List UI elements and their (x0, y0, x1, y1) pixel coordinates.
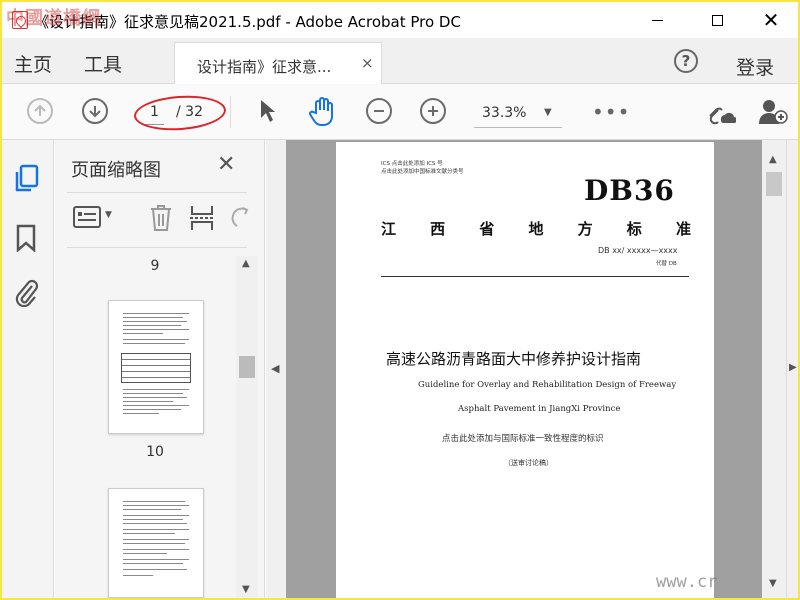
document-scrollbar[interactable]: ▲ ▼ (762, 140, 786, 598)
left-navigation-rail (2, 140, 54, 598)
scroll-down-icon[interactable]: ▼ (242, 584, 250, 595)
ics-line: ICS 点击此处添加 ICS 号 (381, 161, 443, 167)
scroll-up-icon[interactable]: ▲ (242, 258, 250, 269)
menu-bar: 主页 工具 设计指南》征求意... × ? 登录 (2, 38, 798, 84)
thumbnail-options-button[interactable] (73, 206, 101, 232)
document-scroll-thumb[interactable] (766, 172, 782, 196)
heading-char: 江 (381, 220, 397, 238)
zoom-level-select[interactable]: 33.3% ▼ (474, 102, 562, 128)
minimize-icon (651, 19, 663, 21)
close-panel-icon[interactable]: ✕ (217, 152, 235, 177)
heading-char: 地 (528, 220, 544, 238)
toolbar-separator (230, 96, 231, 128)
options-list-icon (73, 206, 101, 228)
draft-status: （送审讨论稿） (504, 459, 553, 467)
attachments-button[interactable] (14, 278, 40, 312)
zoom-in-button[interactable] (420, 98, 446, 124)
arrow-up-icon (34, 104, 46, 116)
hand-icon (309, 97, 333, 126)
plus-icon (428, 106, 438, 116)
thumbnail-label: 9 (150, 258, 160, 274)
paperclip-icon (15, 279, 39, 308)
document-tab-label: 设计指南》征求意... (197, 58, 332, 76)
heading-char: 标 (626, 220, 642, 238)
corner-watermark: www.cr (656, 572, 718, 592)
menu-home[interactable]: 主页 (14, 50, 52, 77)
panel-title: 页面缩略图 (71, 160, 161, 181)
standard-number: DB xx/ xxxxx—xxxx (598, 246, 678, 255)
add-user-icon (759, 100, 788, 124)
maximize-button[interactable] (694, 6, 740, 34)
select-tool-button[interactable] (258, 98, 278, 128)
trash-icon (151, 205, 171, 231)
bookmark-icon (16, 224, 36, 253)
standard-code: DB36 (584, 174, 675, 207)
heading-char: 省 (479, 220, 495, 238)
scroll-up-icon[interactable]: ▲ (769, 154, 777, 165)
ics-line: 点击此处添加中国标准文献分类号 (381, 169, 464, 175)
rotate-icon (231, 207, 249, 227)
page-thumbnails-panel: 页面缩略图 ✕ ▼ 9 10 ▲ ▼ (55, 140, 265, 598)
login-button[interactable]: 登录 (736, 53, 774, 80)
previous-page-button[interactable] (27, 98, 53, 124)
help-icon[interactable]: ? (674, 49, 698, 73)
pdf-page: ICS 点击此处添加 ICS 号 点击此处添加中国标准文献分类号 DB36 江 … (336, 142, 714, 598)
arrow-down-icon (89, 106, 101, 118)
page-thumbnails-button[interactable] (14, 164, 40, 198)
zoom-value: 33.3% (482, 105, 527, 121)
right-pane-toggle[interactable]: ▶ (786, 140, 798, 598)
panel-divider (67, 192, 247, 193)
add-user-button[interactable] (758, 98, 788, 130)
replace-note: 代替 DB (656, 261, 677, 267)
document-title-zh: 高速公路沥青路面大中修养护设计指南 (386, 350, 642, 368)
expand-right-pane-icon[interactable]: ▶ (789, 362, 797, 373)
ics-text: ICS 点击此处添加 ICS 号 点击此处添加中国标准文献分类号 (381, 160, 464, 176)
panel-divider (67, 247, 247, 248)
main-toolbar: 1 / 32 33.3% ▼ ••• (2, 84, 798, 140)
thumbnail-label: 10 (146, 444, 164, 460)
page-thumbnails-icon (15, 164, 39, 192)
title-bar: 《设计指南》征求意见稿2021.5.pdf - Adobe Acrobat Pr… (2, 2, 798, 38)
link-cloud-icon (709, 107, 737, 125)
document-title-en: Asphalt Pavement in JiangXi Province (458, 404, 621, 414)
heading-char: 准 (675, 220, 691, 238)
province-standard-heading: 江 西 省 地 方 标 准 (381, 218, 691, 239)
next-page-button[interactable] (82, 98, 108, 124)
pointer-icon (261, 100, 275, 122)
panel-scroll-thumb[interactable] (239, 356, 255, 378)
delete-pages-button[interactable] (149, 204, 173, 236)
menu-tools[interactable]: 工具 (84, 50, 122, 77)
chevron-down-icon: ▼ (544, 107, 552, 118)
extract-pages-button[interactable] (189, 204, 215, 236)
share-link-button[interactable] (704, 98, 737, 130)
document-view: ICS 点击此处添加 ICS 号 点击此处添加中国标准文献分类号 DB36 江 … (286, 140, 762, 598)
rotate-pages-button[interactable] (231, 206, 251, 234)
chevron-down-icon: ▼ (105, 210, 112, 220)
acrobat-window: 《设计指南》征求意见稿2021.5.pdf - Adobe Acrobat Pr… (2, 2, 798, 598)
heading-char: 方 (577, 220, 593, 238)
scroll-down-icon[interactable]: ▼ (769, 578, 777, 589)
more-tools-button[interactable]: ••• (592, 100, 630, 124)
zoom-out-button[interactable] (366, 98, 392, 124)
close-tab-icon[interactable]: × (361, 54, 374, 72)
collapse-panel-icon[interactable]: ◀ (271, 362, 279, 375)
hand-tool-button[interactable] (308, 95, 338, 131)
maximize-icon (711, 14, 723, 26)
bookmarks-button[interactable] (15, 224, 37, 256)
page-thumbnail[interactable] (108, 300, 204, 434)
panel-splitter[interactable]: ◀ (266, 140, 286, 598)
red-highlight-ellipse (132, 92, 228, 134)
heading-char: 西 (430, 220, 446, 238)
minimize-button[interactable] (634, 6, 680, 34)
consistency-note: 点击此处添加与国际标准一致性程度的标识 (442, 434, 604, 444)
site-watermark: 中國道橋網 (6, 8, 101, 29)
header-rule (381, 276, 689, 277)
document-title-en: Guideline for Overlay and Rehabilitation… (418, 380, 677, 390)
page-thumbnail[interactable] (108, 488, 204, 598)
panel-scrollbar[interactable]: ▲ ▼ (236, 256, 258, 598)
minus-icon (374, 110, 384, 112)
extract-pages-icon (190, 206, 214, 230)
close-window-button[interactable]: ✕ (748, 6, 794, 34)
document-tab[interactable]: 设计指南》征求意... × (174, 42, 382, 84)
